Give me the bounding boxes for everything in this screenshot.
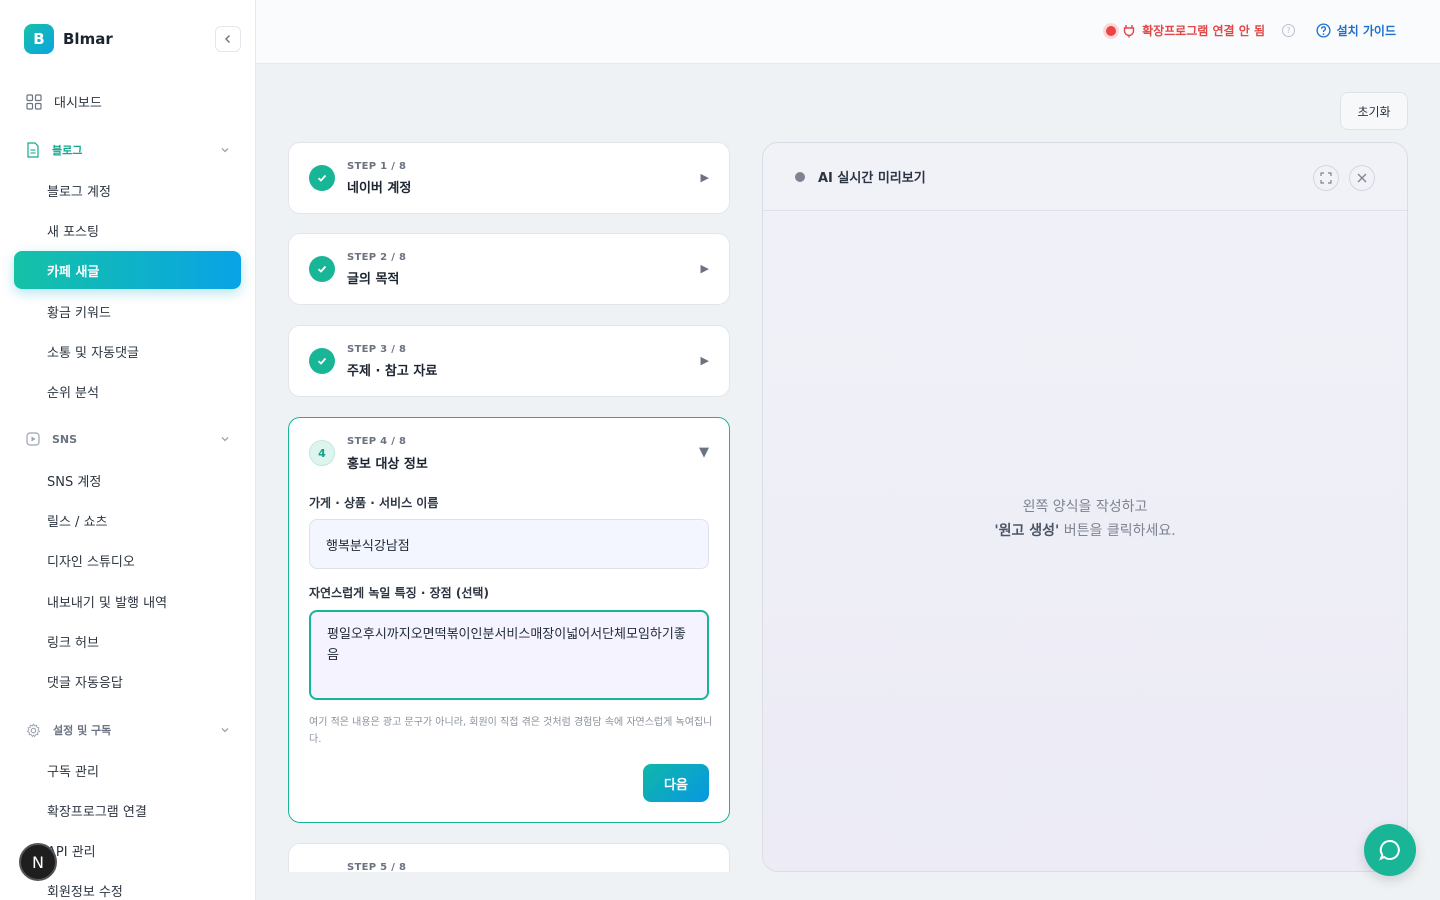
step-label: STEP 4 / 8 <box>347 436 407 447</box>
step-label: STEP 1 / 8 <box>347 161 407 172</box>
reset-button[interactable]: 초기화 <box>1340 92 1408 130</box>
step-number: 4 <box>309 440 335 466</box>
caret-down-icon[interactable]: ▼ <box>699 445 709 460</box>
next-button[interactable]: 다음 <box>643 764 709 802</box>
preview-status-dot <box>795 172 805 182</box>
ai-preview-panel: AI 실시간 미리보기 왼쪽 양식을 작성하고 '원고 생성' 버튼을 클릭하세… <box>762 142 1408 872</box>
play-icon <box>26 432 40 446</box>
avatar[interactable]: N <box>19 843 57 881</box>
install-guide-link[interactable]: 설치 가이드 <box>1316 22 1396 39</box>
preview-message-line1: 왼쪽 양식을 작성하고 <box>1022 499 1148 515</box>
check-icon <box>309 256 335 282</box>
brand-name: Blmar <box>63 30 113 48</box>
sidebar-item-label: 대시보드 <box>54 96 102 111</box>
sidebar-item-auto-comment[interactable]: 소통 및 자동댓글 <box>14 332 241 370</box>
step-label: STEP 2 / 8 <box>347 252 407 263</box>
sidebar-section-sns[interactable]: SNS <box>26 432 230 446</box>
check-icon <box>309 348 335 374</box>
preview-message-line2: '원고 생성' 버튼을 클릭하세요. <box>994 523 1176 539</box>
extension-status[interactable]: 확장프로그램 연결 안 됨 <box>1106 22 1265 39</box>
plug-icon <box>1123 24 1135 37</box>
sidebar-item-reels-shorts[interactable]: 릴스 / 쇼츠 <box>14 501 241 539</box>
sidebar-section-label: SNS <box>52 432 78 446</box>
sidebar-item-link-hub[interactable]: 링크 허브 <box>14 622 241 660</box>
expand-button[interactable] <box>1313 165 1339 191</box>
step-card-1[interactable]: STEP 1 / 8 네이버 계정 ▶ <box>288 142 730 214</box>
features-textarea[interactable]: 평일오후시까지오면떡볶이인분서비스매장이넓어서단체모임하기좋음 <box>309 610 709 700</box>
chevron-down-icon <box>221 148 229 153</box>
extension-status-text: 확장프로그램 연결 안 됨 <box>1142 24 1265 38</box>
step-card-2[interactable]: STEP 2 / 8 글의 목적 ▶ <box>288 233 730 305</box>
sidebar-item-cafe-new-post[interactable]: 카페 새글 <box>14 251 241 289</box>
grid-icon <box>26 93 42 110</box>
status-dot <box>1106 25 1117 36</box>
question-circle-icon <box>1316 23 1331 38</box>
sidebar-item-export-history[interactable]: 내보내기 및 발행 내역 <box>14 582 241 620</box>
install-guide-label: 설치 가이드 <box>1336 24 1396 38</box>
chat-button[interactable] <box>1364 824 1416 876</box>
close-icon <box>1357 173 1367 183</box>
features-hint: 여기 적은 내용은 광고 문구가 아니라, 회원이 직접 겪은 것처럼 경험담 … <box>309 717 713 745</box>
chevron-down-icon <box>221 728 229 733</box>
step-title: 글의 목적 <box>347 272 400 287</box>
step-card-3[interactable]: STEP 3 / 8 주제 · 참고 자료 ▶ <box>288 325 730 397</box>
preview-title: AI 실시간 미리보기 <box>818 171 926 186</box>
sidebar-item-subscription[interactable]: 구독 관리 <box>14 751 241 789</box>
brand-logo: B <box>24 24 54 54</box>
caret-right-icon: ▶ <box>700 354 709 367</box>
close-button[interactable] <box>1349 165 1375 191</box>
help-icon[interactable]: ? <box>1282 24 1295 37</box>
sidebar-item-dashboard[interactable]: 대시보드 <box>26 92 102 111</box>
caret-right-icon: ▶ <box>700 262 709 275</box>
collapse-sidebar-button[interactable] <box>215 26 241 52</box>
step-title: 주제 · 참고 자료 <box>347 364 438 379</box>
features-label: 자연스럽게 녹일 특징 · 장점 (선택) <box>309 586 489 600</box>
sidebar-section-label: 설정 및 구독 <box>53 724 112 737</box>
sidebar-item-sns-account[interactable]: SNS 계정 <box>14 461 241 499</box>
sidebar-item-golden-keyword[interactable]: 황금 키워드 <box>14 292 241 330</box>
sidebar-item-extension-connect[interactable]: 확장프로그램 연결 <box>14 791 241 829</box>
sidebar-item-comment-autoreply[interactable]: 댓글 자동응답 <box>14 662 241 700</box>
gear-icon <box>26 722 41 737</box>
step-label: STEP 3 / 8 <box>347 344 407 355</box>
step-title: 네이버 계정 <box>347 181 412 196</box>
chat-bubble-icon <box>1379 839 1400 861</box>
sidebar-section-settings[interactable]: 설정 및 구독 <box>26 722 230 738</box>
preview-header: AI 실시간 미리보기 <box>763 143 1407 211</box>
sidebar-section-blog[interactable]: 블로그 <box>26 142 230 158</box>
generate-keyword: '원고 생성' <box>994 523 1060 539</box>
step-card-4: 4 STEP 4 / 8 홍보 대상 정보 ▼ 가게 · 상품 · 서비스 이름… <box>288 417 730 823</box>
expand-icon <box>1320 172 1332 184</box>
document-icon <box>27 142 39 158</box>
sidebar-item-design-studio[interactable]: 디자인 스튜디오 <box>14 541 241 579</box>
sidebar-item-rank-analysis[interactable]: 순위 분석 <box>14 372 241 410</box>
business-name-label: 가게 · 상품 · 서비스 이름 <box>309 496 439 510</box>
preview-empty-message: 왼쪽 양식을 작성하고 '원고 생성' 버튼을 클릭하세요. <box>763 495 1407 543</box>
sidebar-item-blog-account[interactable]: 블로그 계정 <box>14 171 241 209</box>
brand[interactable]: B Blmar <box>24 24 113 54</box>
check-icon <box>309 165 335 191</box>
sidebar-item-new-post[interactable]: 새 포스팅 <box>14 211 241 249</box>
step-title: 홍보 대상 정보 <box>347 457 428 472</box>
sidebar: B Blmar 대시보드 블로그 블로그 계정 새 포스팅 카페 새글 황금 키… <box>0 0 256 900</box>
sidebar-section-label: 블로그 <box>52 144 83 157</box>
business-name-input[interactable]: 행복분식강남점 <box>309 519 709 569</box>
chevron-left-icon <box>225 35 230 43</box>
chevron-down-icon <box>221 437 229 442</box>
top-bar: 확장프로그램 연결 안 됨 ? 설치 가이드 <box>256 0 1440 64</box>
caret-right-icon: ▶ <box>700 171 709 184</box>
content-fade <box>256 872 756 900</box>
